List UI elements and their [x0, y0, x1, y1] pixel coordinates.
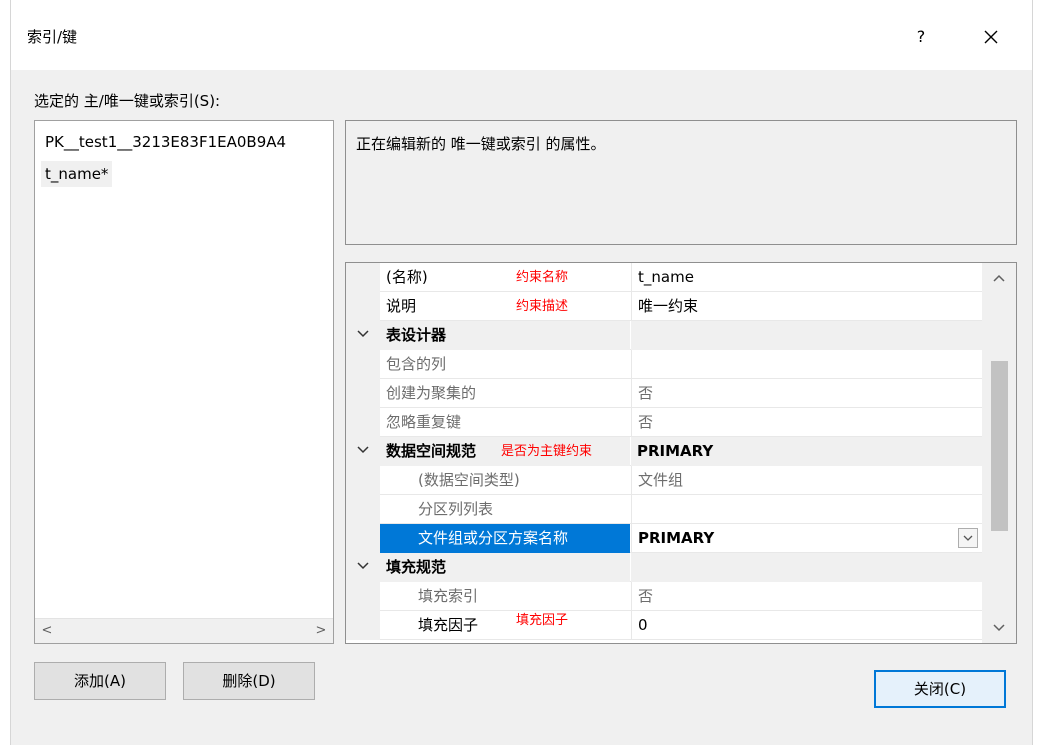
row-gutter	[346, 582, 380, 611]
row-gutter	[346, 263, 380, 292]
keys-listbox[interactable]: PK__test1__3213E83F1EA0B9A4 t_name* < >	[34, 120, 334, 644]
row-gutter	[346, 495, 380, 524]
scroll-down-icon[interactable]	[982, 613, 1016, 643]
dialog-title: 索引/键	[27, 28, 78, 46]
dropdown-button[interactable]	[958, 528, 978, 548]
property-name: 分区列列表	[418, 500, 494, 518]
property-value[interactable]	[631, 495, 982, 524]
vertical-scrollbar[interactable]	[982, 263, 1016, 643]
red-annotation: 约束名称	[516, 270, 569, 285]
property-row[interactable]: 填充索引 否	[346, 582, 982, 611]
description-box: 正在编辑新的 唯一键或索引 的属性。	[345, 120, 1017, 245]
index-keys-dialog: 索引/键 ? 选定的 主/唯一键或索引(S): PK__test1__3213E…	[10, 0, 1033, 745]
property-name: 表设计器	[380, 321, 630, 350]
property-grid[interactable]: (名称) t_name 约束名称 说明 唯一约束 约束描述 表设计器 包含的列 创建为聚集的否忽…	[345, 262, 1017, 644]
property-name: 填充因子	[418, 616, 479, 634]
property-row[interactable]: 文件组或分区方案名称 PRIMARY	[346, 524, 982, 553]
property-name: 包含的列	[386, 355, 447, 373]
property-row[interactable]: 包含的列	[346, 350, 982, 379]
property-value	[631, 553, 982, 582]
row-gutter	[346, 524, 380, 553]
row-gutter	[346, 292, 380, 321]
scroll-right-icon[interactable]: >	[309, 619, 333, 643]
row-gutter	[346, 408, 380, 437]
scroll-left-icon[interactable]: <	[35, 619, 59, 643]
property-row[interactable]: 忽略重复键 否	[346, 408, 982, 437]
chevron-down-icon[interactable]	[356, 559, 370, 573]
property-row[interactable]: 填充规范	[346, 553, 982, 582]
property-row[interactable]: (名称) t_name 约束名称	[346, 263, 982, 292]
add-button[interactable]: 添加(A)	[34, 662, 166, 700]
close-icon[interactable]	[976, 22, 1006, 52]
red-annotation: 是否为主键约束	[501, 444, 593, 459]
row-gutter	[346, 611, 380, 640]
property-value: PRIMARY	[631, 437, 982, 466]
list-item-t-name[interactable]: t_name*	[41, 161, 113, 187]
property-value[interactable]: t_name	[631, 263, 982, 292]
chevron-down-icon[interactable]	[356, 443, 370, 457]
row-gutter	[346, 437, 380, 466]
help-button[interactable]: ?	[906, 22, 936, 52]
property-row[interactable]: 说明 唯一约束 约束描述	[346, 292, 982, 321]
delete-button[interactable]: 删除(D)	[183, 662, 315, 700]
property-name: 填充规范	[380, 553, 630, 582]
property-value[interactable]: 唯一约束	[631, 292, 982, 321]
property-value[interactable]: 0	[631, 611, 982, 640]
property-row[interactable]: 创建为聚集的 否	[346, 379, 982, 408]
property-row[interactable]: 表设计器	[346, 321, 982, 350]
property-name: 文件组或分区方案名称	[380, 524, 630, 553]
selected-keys-label: 选定的 主/唯一键或索引(S):	[34, 92, 221, 110]
row-gutter	[346, 350, 380, 379]
property-row[interactable]: (数据空间类型) 文件组	[346, 466, 982, 495]
row-gutter	[346, 321, 380, 350]
property-value[interactable]: 文件组	[631, 466, 982, 495]
property-value[interactable]	[631, 350, 982, 379]
property-name: 说明	[386, 297, 417, 315]
property-name: (数据空间类型)	[418, 471, 520, 489]
chevron-down-icon[interactable]	[356, 327, 370, 341]
horizontal-scrollbar[interactable]: < >	[35, 618, 333, 643]
property-value[interactable]: 否	[631, 408, 982, 437]
property-value[interactable]: 否	[631, 379, 982, 408]
property-value[interactable]: 否	[631, 582, 982, 611]
property-row[interactable]: 填充因子 0 填充因子	[346, 611, 982, 640]
red-annotation: 填充因子	[516, 613, 569, 628]
row-gutter	[346, 379, 380, 408]
row-gutter	[346, 466, 380, 495]
title-bar: 索引/键 ?	[11, 0, 1032, 70]
property-value[interactable]: PRIMARY	[631, 524, 982, 553]
property-name: 创建为聚集的	[386, 384, 477, 402]
scroll-thumb[interactable]	[991, 361, 1008, 531]
close-button[interactable]: 关闭(C)	[874, 670, 1006, 708]
red-annotation: 约束描述	[516, 299, 569, 314]
description-text: 正在编辑新的 唯一键或索引 的属性。	[356, 135, 606, 153]
scroll-up-icon[interactable]	[982, 263, 1016, 293]
list-item-pk[interactable]: PK__test1__3213E83F1EA0B9A4	[41, 129, 290, 155]
property-value	[631, 321, 982, 350]
property-name: 忽略重复键	[386, 413, 462, 431]
row-gutter	[346, 553, 380, 582]
property-name: 填充索引	[418, 587, 479, 605]
property-row[interactable]: 数据空间规范 PRIMARY 是否为主键约束	[346, 437, 982, 466]
property-name: (名称)	[386, 268, 428, 286]
property-row[interactable]: 分区列列表	[346, 495, 982, 524]
